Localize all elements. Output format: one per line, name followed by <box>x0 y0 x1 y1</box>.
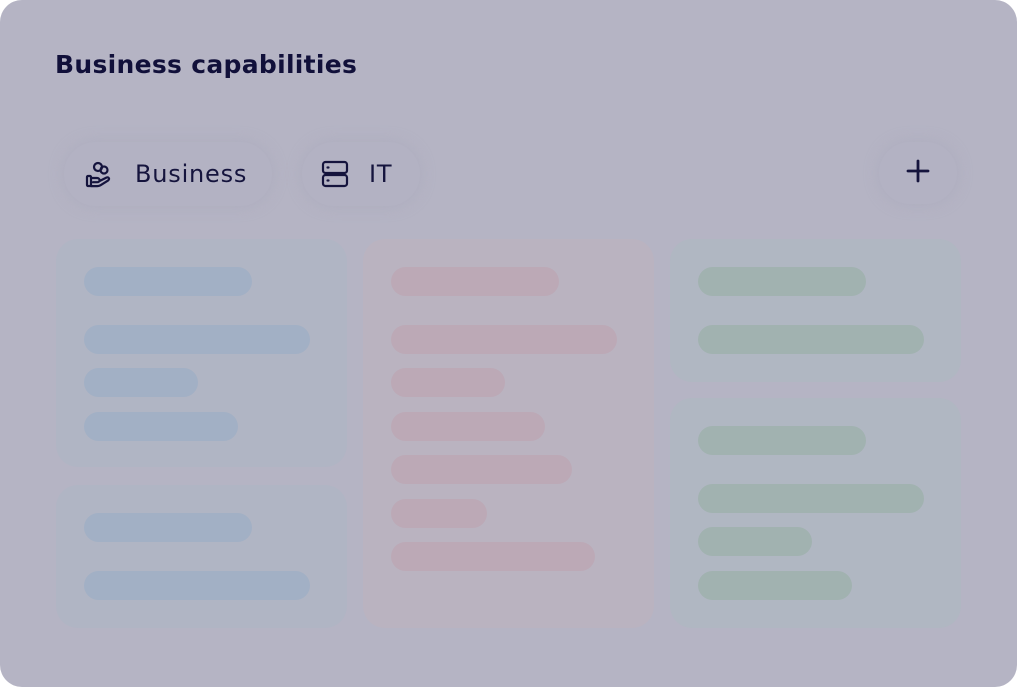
capability-placeholder-card <box>670 239 961 382</box>
capability-placeholder-card <box>670 398 961 628</box>
placeholder-bar <box>698 571 852 600</box>
placeholder-bar <box>391 542 595 571</box>
placeholder-bar <box>698 527 812 556</box>
placeholder-bar <box>84 267 252 296</box>
placeholder-bar <box>84 368 198 397</box>
placeholder-bar <box>698 267 866 296</box>
plus-icon <box>906 159 930 187</box>
placeholder-bar <box>391 412 545 441</box>
placeholder-bar <box>84 325 310 354</box>
add-button[interactable] <box>879 142 957 204</box>
placeholder-bar <box>391 455 572 484</box>
tab-it[interactable]: IT <box>302 142 420 206</box>
capability-placeholder-card <box>56 485 347 628</box>
placeholder-bar <box>391 368 505 397</box>
server-icon <box>320 159 350 189</box>
placeholder-bar <box>698 484 924 513</box>
placeholder-bar <box>84 412 238 441</box>
hand-coins-icon <box>84 159 114 189</box>
placeholder-bar <box>84 571 310 600</box>
tab-business[interactable]: Business <box>64 142 272 206</box>
placeholder-bar <box>698 426 866 455</box>
placeholder-bar <box>391 325 617 354</box>
placeholder-bar <box>698 325 924 354</box>
business-capabilities-card: Business capabilities Business IT <box>0 0 1017 687</box>
placeholder-bar <box>391 267 559 296</box>
placeholder-bar <box>391 499 487 528</box>
tab-label: IT <box>369 160 393 188</box>
placeholder-bar <box>84 513 252 542</box>
capability-placeholder-card <box>363 239 654 628</box>
capability-placeholder-card <box>56 239 347 467</box>
tab-label: Business <box>135 160 248 188</box>
page-title: Business capabilities <box>55 50 358 79</box>
